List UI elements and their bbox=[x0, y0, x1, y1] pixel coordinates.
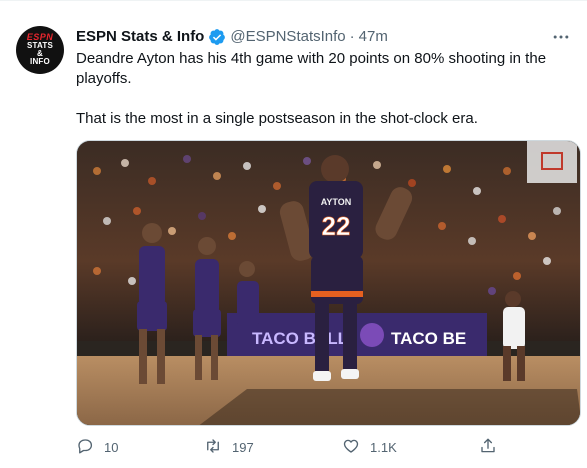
verified-icon bbox=[208, 28, 226, 46]
tweet-paragraph: That is the most in a single postseason … bbox=[76, 110, 478, 127]
retweet-count: 197 bbox=[232, 439, 254, 455]
avatar-line-info: INFO bbox=[30, 56, 50, 66]
tweet-paragraph: Deandre Ayton has his 4th game with 20 p… bbox=[76, 50, 547, 87]
banner-text-right: TACO BE bbox=[391, 329, 466, 348]
tweet-card[interactable]: ESPN STATS & INFO ESPN Stats & Info @ESP… bbox=[0, 0, 587, 468]
jersey-name: AYTON bbox=[321, 197, 352, 207]
avatar[interactable]: ESPN STATS & INFO bbox=[16, 26, 64, 74]
like-button[interactable]: 1.1K bbox=[342, 437, 397, 458]
separator: · bbox=[349, 28, 355, 45]
like-icon bbox=[342, 437, 360, 458]
more-icon[interactable] bbox=[549, 27, 573, 47]
reply-count: 10 bbox=[104, 439, 119, 455]
timestamp[interactable]: 47m bbox=[359, 27, 388, 47]
tweet-actions: 10 197 1.1K bbox=[76, 435, 496, 459]
share-icon bbox=[479, 437, 497, 458]
reply-icon bbox=[76, 437, 94, 458]
handle[interactable]: @ESPNStatsInfo bbox=[230, 27, 345, 47]
tweet-photo[interactable]: TACO BELL TACO BE AYTON 22 bbox=[76, 140, 581, 426]
like-count: 1.1K bbox=[370, 439, 397, 455]
tweet-text: Deandre Ayton has his 4th game with 20 p… bbox=[76, 49, 566, 129]
retweet-button[interactable]: 197 bbox=[204, 437, 254, 458]
reply-button[interactable]: 10 bbox=[76, 437, 118, 458]
banner-text-left: TACO BELL bbox=[252, 329, 348, 348]
display-name[interactable]: ESPN Stats & Info bbox=[76, 27, 204, 47]
share-button[interactable] bbox=[479, 437, 497, 458]
retweet-icon bbox=[204, 437, 222, 458]
jersey-number: 22 bbox=[322, 211, 351, 241]
tweet-header: ESPN Stats & Info @ESPNStatsInfo · 47m bbox=[76, 27, 547, 47]
photo-illustration: TACO BELL TACO BE AYTON 22 bbox=[77, 141, 580, 425]
